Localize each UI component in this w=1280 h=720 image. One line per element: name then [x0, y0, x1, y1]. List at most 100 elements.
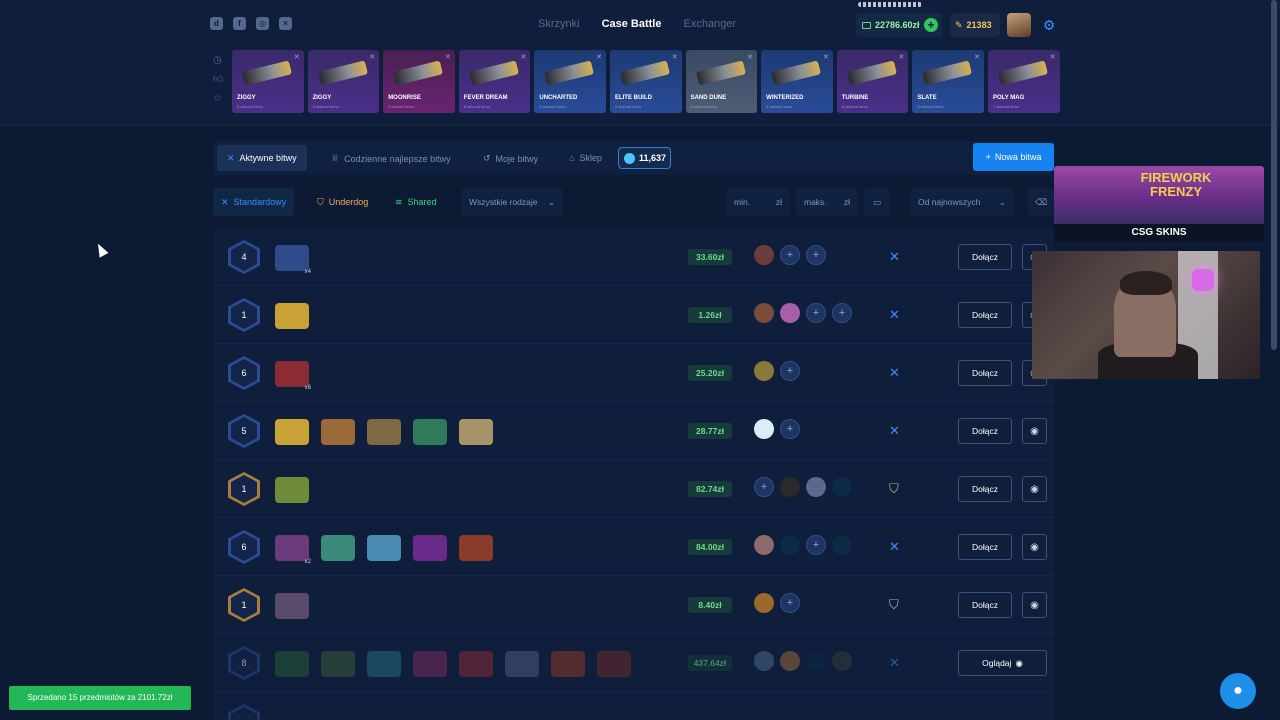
tab-daily-best[interactable]: ♕ Codzienne najlepsze bitwy [331, 153, 451, 164]
max-price-input[interactable]: maks. zł [796, 188, 858, 216]
drop-name: FEVER DREAM [463, 95, 508, 101]
case-image [275, 651, 309, 677]
join-battle-button[interactable]: Dołącz [958, 476, 1012, 502]
filter-standard[interactable]: ✕ Standardowy [213, 188, 295, 216]
currency-label: zł [775, 197, 782, 207]
instagram-icon[interactable]: ◎ [256, 17, 269, 30]
join-battle-button[interactable]: Dołącz [958, 592, 1012, 618]
join-battle-button[interactable]: Dołącz [958, 302, 1012, 328]
close-icon[interactable]: ✕ [521, 53, 527, 61]
join-battle-button[interactable]: Dołącz [958, 244, 1012, 270]
tab-active-battles[interactable]: ✕ Aktywne bitwy [217, 145, 307, 171]
battle-price: 84.00zł [688, 539, 732, 555]
drop-name: UNCHARTED [539, 95, 578, 101]
drop-item[interactable]: ✕ UNCHARTED 5 sekund temu [534, 50, 606, 113]
case-list [275, 648, 631, 680]
player-slots: + + [754, 303, 852, 323]
star-icon[interactable]: ☆ [213, 93, 224, 104]
empty-player-slot[interactable]: + [780, 361, 800, 381]
drop-name: SAND DUNE [690, 95, 727, 101]
drop-item[interactable]: ✕ POLY MAG 7 sekund temu [987, 50, 1060, 113]
filter-underdog[interactable]: ⛉ Underdog [309, 188, 376, 216]
join-battle-button[interactable]: Dołącz [958, 360, 1012, 386]
scrollbar[interactable] [1271, 0, 1277, 350]
close-icon[interactable]: ✕ [1050, 53, 1056, 61]
drop-item[interactable]: ✕ ZIGGY 5 sekund temu [307, 50, 380, 113]
empty-player-slot[interactable]: + [780, 419, 800, 439]
drop-item[interactable]: ✕ ELITE BUILD 5 sekund temu [609, 50, 682, 113]
drop-item[interactable]: ✕ SAND DUNE 6 sekund temu [685, 50, 758, 113]
eye-icon[interactable]: ◉ [1022, 534, 1047, 560]
case-image [413, 651, 447, 677]
close-icon[interactable]: ✕ [294, 53, 300, 61]
case-multiplier: x6 [304, 385, 311, 391]
facebook-icon[interactable]: f [233, 17, 246, 30]
chat-icon[interactable]: ● [1220, 673, 1256, 709]
drop-item[interactable]: ✕ SLATE 6 sekund temu [912, 50, 984, 113]
drop-item[interactable]: ✕ FEVER DREAM 6 sekund temu [458, 50, 531, 113]
close-icon[interactable]: ✕ [747, 53, 753, 61]
min-price-input[interactable]: min. zł [726, 188, 790, 216]
calendar-icon[interactable]: ▭ [864, 188, 890, 216]
empty-player-slot[interactable]: + [806, 535, 826, 555]
nav-case-battle[interactable]: Case Battle [602, 18, 662, 30]
nav-cases[interactable]: Skrzynki [538, 18, 580, 30]
eye-icon[interactable]: ◉ [1022, 592, 1047, 618]
drop-name: ZIGGY [312, 95, 332, 101]
player-avatar [780, 535, 800, 555]
user-avatar[interactable] [1007, 13, 1031, 37]
button-label: Dołącz [972, 426, 998, 436]
round-count: 1 [231, 301, 257, 329]
x-icon[interactable]: ✕ [279, 17, 292, 30]
close-icon[interactable]: ✕ [672, 53, 678, 61]
drop-item[interactable]: ✕ TURBINE 6 sekund temu [836, 50, 909, 113]
round-count: 5 [231, 417, 257, 445]
round-count-badge: 6 [228, 356, 260, 390]
close-icon[interactable]: ✕ [369, 53, 375, 61]
empty-player-slot[interactable]: + [754, 477, 774, 497]
eye-icon[interactable]: ◉ [1022, 476, 1047, 502]
empty-player-slot[interactable]: + [806, 245, 826, 265]
empty-player-slot[interactable]: + [806, 303, 826, 323]
swords-icon: ✕ [889, 539, 900, 554]
empty-player-slot[interactable]: + [780, 245, 800, 265]
clock-icon[interactable]: ◷ [213, 55, 224, 66]
thumbs-up-icon[interactable]: 👍︎ [213, 74, 224, 85]
balance-display[interactable]: 22786.60zł + [856, 13, 942, 37]
type-select[interactable]: Wszystkie rodzaje ⌄ [461, 188, 563, 216]
join-battle-button[interactable]: Dołącz [958, 418, 1012, 444]
close-icon[interactable]: ✕ [596, 53, 602, 61]
battle-row: 8 437.64zł ✕ Oglądaj ◉ [213, 634, 1054, 692]
drop-item[interactable]: ✕ ZIGGY 5 sekund temu [232, 50, 304, 113]
clear-filters-icon[interactable]: ⌫ [1028, 188, 1054, 216]
weapon-image [997, 60, 1048, 86]
battle-price: 437.64zł [688, 655, 732, 671]
case-image [275, 593, 309, 619]
swords-icon: ✕ [889, 307, 900, 322]
close-icon[interactable]: ✕ [445, 53, 451, 61]
nav-exchanger[interactable]: Exchanger [683, 18, 736, 30]
drop-item[interactable]: ✕ WINTERIZED 6 sekund temu [761, 50, 833, 113]
empty-player-slot[interactable]: + [780, 593, 800, 613]
close-icon[interactable]: ✕ [974, 53, 980, 61]
filter-shared[interactable]: ≋ Shared [387, 188, 445, 216]
discord-icon[interactable]: d [210, 17, 223, 30]
eye-icon[interactable]: ◉ [1022, 418, 1047, 444]
join-battle-button[interactable]: Dołącz [958, 534, 1012, 560]
new-battle-button[interactable]: + Nowa bitwa [973, 143, 1054, 171]
watch-battle-button[interactable]: Oglądaj ◉ [958, 650, 1047, 676]
battle-row: 6x625.20zł+✕Dołącz◉ [213, 344, 1054, 402]
gems-balance[interactable]: 11,637 [618, 147, 671, 169]
tab-my-battles[interactable]: ↺ Moje bitwy [483, 153, 538, 164]
empty-player-slot[interactable]: + [832, 303, 852, 323]
swords-icon: ✕ [889, 249, 900, 264]
close-icon[interactable]: ✕ [823, 53, 829, 61]
sort-select[interactable]: Od najnowszych ⌄ [910, 188, 1014, 216]
gems-value: 11,637 [639, 153, 667, 163]
gear-icon[interactable]: ⚙ [1038, 13, 1060, 37]
tab-shop[interactable]: ⌂ Sklep [569, 153, 602, 163]
drop-item[interactable]: ✕ MOONRISE 5 sekund temu [383, 50, 455, 113]
coins-display[interactable]: ✎ 21383 [950, 13, 1000, 37]
deposit-button[interactable]: + [924, 18, 938, 32]
close-icon[interactable]: ✕ [898, 53, 904, 61]
